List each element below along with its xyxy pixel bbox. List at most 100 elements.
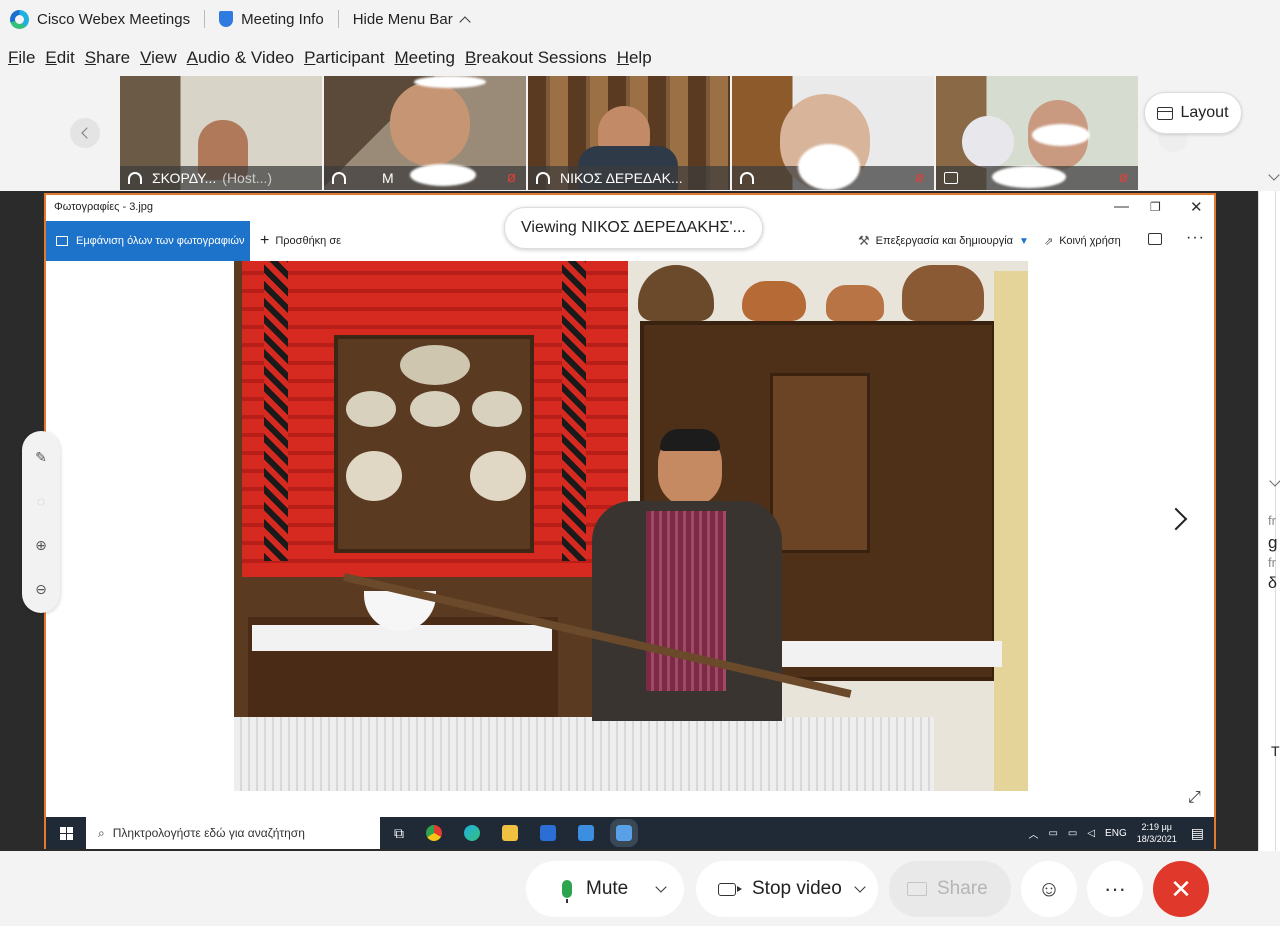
chevron-down-icon[interactable] [655, 881, 667, 893]
chevron-down-icon[interactable] [1268, 169, 1280, 181]
participant-name: Μ [382, 170, 394, 186]
zoom-out-icon[interactable]: ⊖ [33, 581, 49, 597]
chat-text: g [1268, 533, 1278, 552]
restore-icon[interactable]: ❐ [1150, 200, 1161, 214]
divider [337, 10, 339, 28]
lace-tablecloth [234, 717, 934, 791]
plate [410, 391, 460, 427]
draw-icon[interactable]: ✎ [33, 449, 49, 465]
volume-icon[interactable]: ◁ [1087, 828, 1095, 839]
stop-video-button[interactable]: Stop video [696, 861, 878, 917]
photos-share-button[interactable]: ⇗ Κοινή χρήση [1044, 221, 1121, 261]
menu-breakout-sessions[interactable]: Breakout Sessions [465, 48, 607, 68]
participant-video-active[interactable]: ΝΙΚΟΣ ΔΕΡΕΔΑΚ... [528, 76, 730, 190]
leave-meeting-button[interactable]: ✕ [1153, 861, 1209, 917]
participant-strip: ΣΚΟΡΔΥ... (Host...) Μ ø ΝΙΚΟΣ ΔΕΡΕΔΑΚ...… [0, 76, 1280, 190]
taskbar-search[interactable]: ⌕ Πληκτρολογήστε εδώ για αναζήτηση [86, 817, 380, 849]
share-screen-icon [907, 882, 927, 896]
windows-start-icon[interactable] [46, 817, 86, 849]
add-to-button[interactable]: + Προσθήκη σε [260, 221, 341, 261]
privacy-blur [992, 166, 1066, 188]
store-icon[interactable] [540, 825, 556, 841]
menu-file[interactable]: File [8, 48, 35, 68]
magic-wand-icon: ⚒ [858, 233, 870, 248]
meeting-info-button[interactable]: Meeting Info [241, 11, 324, 28]
plate [346, 451, 402, 501]
divider [204, 10, 206, 28]
hide-menu-bar-button[interactable]: Hide Menu Bar [353, 11, 453, 28]
menu-help[interactable]: Help [617, 48, 652, 68]
windows-taskbar: ⌕ Πληκτρολογήστε εδώ για αναζήτηση ⧉ ︿ ▭… [46, 817, 1214, 849]
previous-participants-button[interactable] [70, 118, 100, 148]
system-tray: ︿ ▭ ▭ ◁ ENG 2:19 μμ 18/3/2021 ▤ [1028, 817, 1214, 849]
print-icon[interactable] [1148, 233, 1162, 245]
mute-label: Mute [586, 878, 629, 899]
close-icon[interactable]: ✕ [1190, 198, 1203, 216]
chevron-down-icon[interactable] [1269, 475, 1280, 487]
chevron-up-icon[interactable]: ︿ [1028, 826, 1038, 841]
show-all-photos-button[interactable]: Εμφάνιση όλων των φωτογραφιών [46, 221, 250, 261]
network-icon[interactable]: ▭ [1048, 828, 1057, 839]
clock[interactable]: 2:19 μμ 18/3/2021 [1137, 821, 1177, 845]
layout-button[interactable]: Layout [1144, 92, 1242, 134]
participant-video[interactable]: ΣΚΟΡΔΥ... (Host...) [120, 76, 322, 190]
chrome-icon[interactable] [426, 825, 442, 841]
mic-muted-icon: ø [506, 169, 516, 186]
photos-app-window: Φωτογραφίες - 3.jpg — ❐ ✕ Εμφάνιση όλων … [22, 193, 1216, 849]
battery-icon[interactable]: ▭ [1068, 828, 1077, 839]
edit-create-button[interactable]: ⚒ Επεξεργασία και δημιουργία ▼ [858, 221, 1029, 261]
plate [346, 391, 396, 427]
plate [470, 451, 526, 501]
photos-app-icon[interactable] [610, 819, 638, 847]
mic-muted-icon: ø [1118, 169, 1128, 186]
zoom-toolbar: ✎ ◌ ⊕ ⊖ [22, 431, 60, 613]
man-hair [660, 429, 720, 451]
participant-video[interactable]: ø [732, 76, 934, 190]
menu-participant[interactable]: Participant [304, 48, 384, 68]
layout-icon [1157, 106, 1174, 120]
smiley-icon: ☺ [1037, 876, 1061, 901]
chevron-down-icon[interactable] [854, 881, 866, 893]
displayed-photo [234, 261, 1028, 791]
more-options-button[interactable]: ··· [1087, 861, 1143, 917]
layout-label: Layout [1180, 104, 1229, 121]
menu-audio-video[interactable]: Audio & Video [187, 48, 294, 68]
zoom-in-icon[interactable]: ⊕ [33, 537, 49, 553]
reactions-button[interactable]: ☺ [1021, 861, 1077, 917]
share-button[interactable]: Share [889, 861, 1011, 917]
participant-video[interactable]: Μ ø [324, 76, 526, 190]
edge-icon[interactable] [464, 825, 480, 841]
photos-share-label: Κοινή χρήση [1059, 235, 1121, 247]
shield-icon[interactable] [219, 11, 234, 27]
language-indicator[interactable]: ENG [1105, 828, 1127, 839]
participant-video[interactable]: ø [936, 76, 1138, 190]
next-photo-icon[interactable] [1164, 507, 1188, 531]
more-options-icon[interactable]: ··· [1186, 229, 1205, 247]
file-explorer-icon[interactable] [502, 825, 518, 841]
privacy-blur [1032, 124, 1090, 146]
task-view-icon[interactable]: ⧉ [394, 825, 404, 842]
webex-logo-icon [10, 9, 29, 29]
headset-icon [740, 172, 754, 184]
menu-meeting[interactable]: Meeting [394, 48, 455, 68]
mute-button[interactable]: Mute [526, 861, 684, 917]
chevron-down-icon: ▼ [1019, 235, 1029, 247]
radiator [994, 271, 1028, 791]
menu-share[interactable]: Share [85, 48, 130, 68]
chevron-up-icon[interactable] [459, 15, 471, 28]
device-icon [944, 172, 958, 184]
plate [400, 345, 470, 385]
eraser-icon[interactable]: ◌ [33, 493, 49, 509]
mail-icon[interactable] [578, 825, 594, 841]
chat-text: δ [1268, 575, 1277, 592]
menu-edit[interactable]: Edit [45, 48, 74, 68]
menu-view[interactable]: View [140, 48, 177, 68]
rug-pattern [264, 261, 288, 561]
minimize-icon[interactable]: — [1114, 198, 1129, 215]
clock-date: 18/3/2021 [1136, 834, 1177, 844]
notifications-icon[interactable]: ▤ [1191, 825, 1204, 842]
copper-pot [826, 285, 884, 321]
expand-icon[interactable]: ⤢ [1188, 789, 1201, 807]
add-to-label: Προσθήκη σε [275, 235, 342, 247]
participant-role: (Host...) [222, 170, 273, 186]
